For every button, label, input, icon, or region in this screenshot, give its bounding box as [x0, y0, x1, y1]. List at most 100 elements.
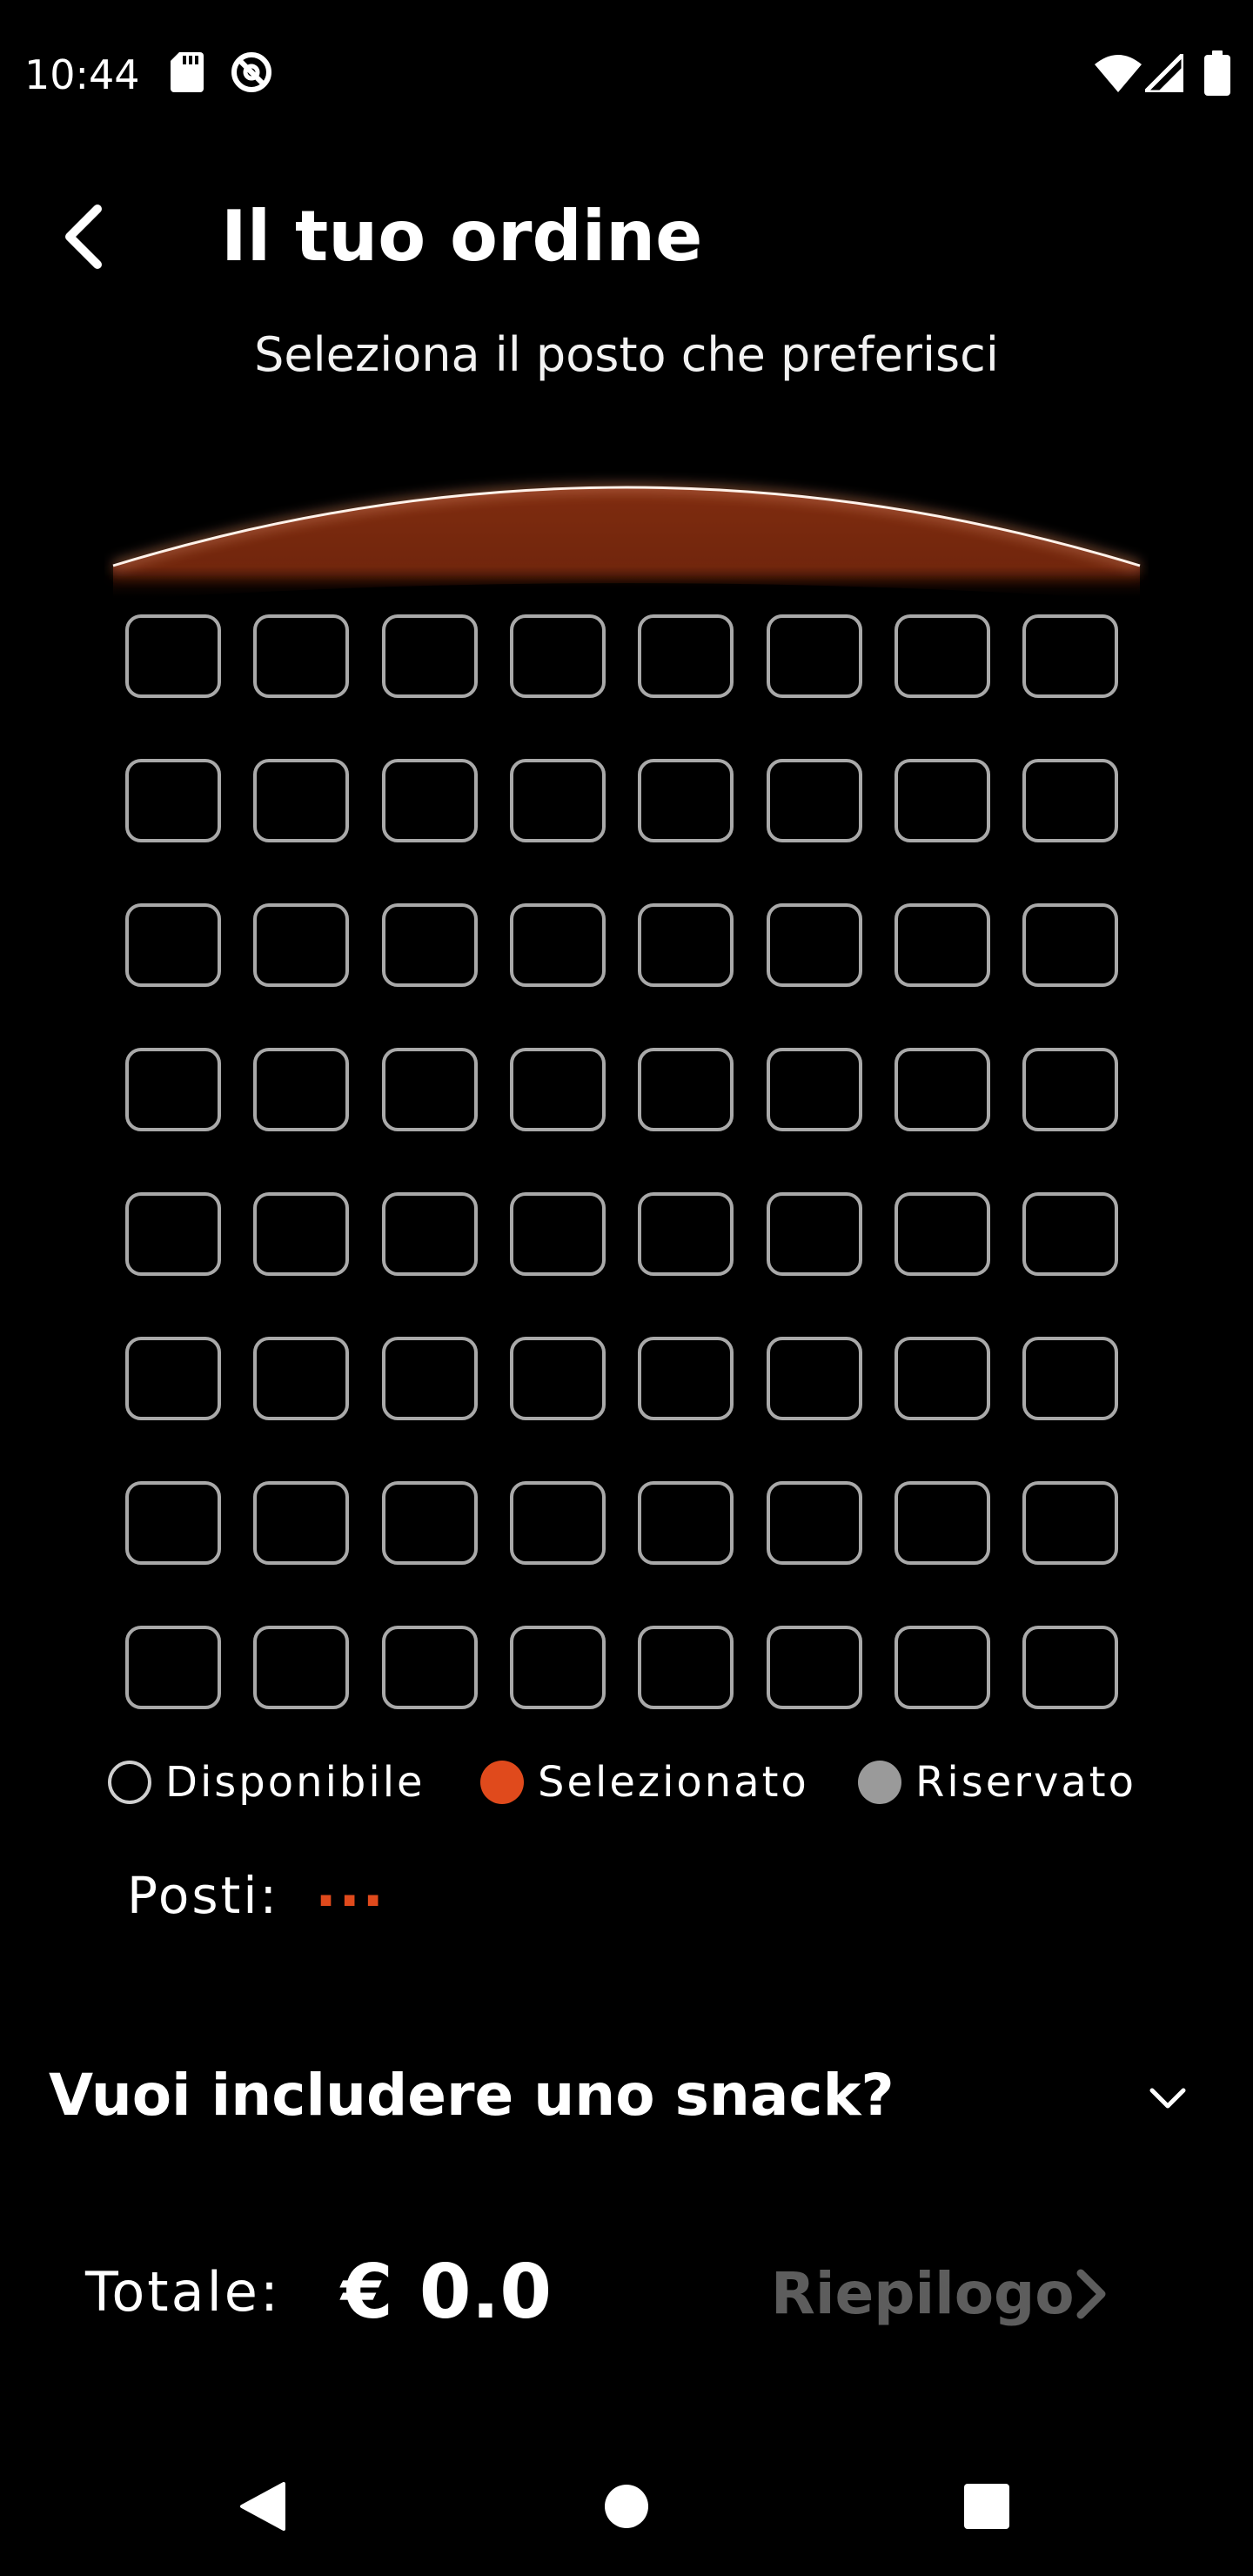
seat[interactable] — [767, 1192, 862, 1276]
legend-available-label: Disponibile — [165, 1758, 425, 1807]
seat[interactable] — [253, 1192, 349, 1276]
nav-back-icon — [240, 2482, 285, 2531]
seat-legend: Disponibile Selezionato Riservato — [0, 1754, 1253, 1811]
seat[interactable] — [895, 759, 990, 842]
system-nav-bar — [0, 2437, 1253, 2576]
seat[interactable] — [638, 903, 734, 987]
seat[interactable] — [253, 1481, 349, 1565]
reserved-dot-icon — [858, 1761, 901, 1804]
legend-selected-label: Selezionato — [538, 1758, 809, 1807]
seat[interactable] — [1022, 1192, 1118, 1276]
seat[interactable] — [125, 1626, 221, 1709]
seat[interactable] — [895, 1192, 990, 1276]
seat[interactable] — [382, 1481, 478, 1565]
seat-row — [125, 1481, 1128, 1626]
seat[interactable] — [638, 1626, 734, 1709]
seat[interactable] — [382, 614, 478, 698]
subtitle: Seleziona il posto che preferisci — [254, 327, 999, 382]
seat[interactable] — [253, 614, 349, 698]
seat[interactable] — [767, 759, 862, 842]
summary-button-label: Riepilogo — [771, 2260, 1075, 2327]
nav-back-button[interactable] — [211, 2454, 315, 2559]
seat[interactable] — [1022, 1337, 1118, 1420]
nav-home-button[interactable] — [574, 2454, 679, 2559]
seat[interactable] — [510, 903, 606, 987]
seat-row — [125, 1192, 1128, 1337]
seat[interactable] — [767, 1048, 862, 1131]
seat[interactable] — [510, 759, 606, 842]
selected-dot-icon — [480, 1761, 524, 1804]
seat[interactable] — [895, 1481, 990, 1565]
seat[interactable] — [895, 1337, 990, 1420]
page-title: Il tuo ordine — [221, 196, 703, 277]
seat[interactable] — [253, 1048, 349, 1131]
seat[interactable] — [1022, 759, 1118, 842]
seat[interactable] — [767, 903, 862, 987]
seat[interactable] — [767, 1481, 862, 1565]
seat[interactable] — [253, 903, 349, 987]
seat[interactable] — [1022, 903, 1118, 987]
seat[interactable] — [1022, 1481, 1118, 1565]
available-dot-icon — [108, 1761, 151, 1804]
seat-row — [125, 1048, 1128, 1192]
legend-selected: Selezionato — [480, 1754, 809, 1811]
data-saver-icon — [230, 50, 273, 97]
seat[interactable] — [638, 1481, 734, 1565]
seat[interactable] — [638, 1048, 734, 1131]
app-root: 10:44 Il tuo ordine Seleziona il posto c… — [0, 0, 1253, 2576]
nav-recents-icon — [964, 2484, 1009, 2529]
seat[interactable] — [125, 759, 221, 842]
seat[interactable] — [382, 1626, 478, 1709]
seat[interactable] — [895, 1626, 990, 1709]
seat[interactable] — [767, 1626, 862, 1709]
seat[interactable] — [125, 614, 221, 698]
seat[interactable] — [638, 1192, 734, 1276]
seat[interactable] — [510, 1481, 606, 1565]
nav-recents-button[interactable] — [935, 2454, 1039, 2559]
seat[interactable] — [895, 614, 990, 698]
status-time: 10:44 — [24, 51, 140, 98]
seat[interactable] — [638, 614, 734, 698]
snack-expander[interactable]: Vuoi includere uno snack? — [0, 2045, 1253, 2141]
legend-available: Disponibile — [108, 1754, 425, 1811]
seat[interactable] — [382, 903, 478, 987]
chevron-right-icon — [1076, 2269, 1106, 2319]
seat[interactable] — [510, 1626, 606, 1709]
seat[interactable] — [125, 903, 221, 987]
total-label: Totale: — [85, 2260, 281, 2324]
seat[interactable] — [510, 1192, 606, 1276]
seat[interactable] — [767, 614, 862, 698]
seat[interactable] — [125, 1481, 221, 1565]
seat[interactable] — [253, 759, 349, 842]
seats-value: ... — [315, 1853, 386, 1920]
seat[interactable] — [1022, 1626, 1118, 1709]
seat[interactable] — [895, 903, 990, 987]
seat[interactable] — [382, 1048, 478, 1131]
legend-reserved-label: Riservato — [915, 1758, 1136, 1807]
seat[interactable] — [253, 1626, 349, 1709]
legend-reserved: Riservato — [858, 1754, 1136, 1811]
back-button[interactable] — [52, 193, 122, 280]
nav-home-icon — [605, 2485, 648, 2528]
seat[interactable] — [125, 1337, 221, 1420]
seat[interactable] — [382, 759, 478, 842]
seat[interactable] — [895, 1048, 990, 1131]
seat[interactable] — [253, 1337, 349, 1420]
seat[interactable] — [125, 1048, 221, 1131]
seat[interactable] — [382, 1192, 478, 1276]
seat[interactable] — [510, 1337, 606, 1420]
seat[interactable] — [382, 1337, 478, 1420]
seat[interactable] — [1022, 614, 1118, 698]
seat[interactable] — [510, 1048, 606, 1131]
seat[interactable] — [638, 1337, 734, 1420]
seat-row — [125, 1626, 1128, 1770]
seat[interactable] — [1022, 1048, 1118, 1131]
cinema-screen — [104, 426, 1149, 618]
seat[interactable] — [767, 1337, 862, 1420]
cellular-signal-icon — [1142, 51, 1186, 96]
seat[interactable] — [125, 1192, 221, 1276]
summary-button[interactable]: Riepilogo — [766, 2245, 1114, 2341]
seat[interactable] — [510, 614, 606, 698]
total-value: € 0.0 — [341, 2249, 553, 2336]
seat[interactable] — [638, 759, 734, 842]
